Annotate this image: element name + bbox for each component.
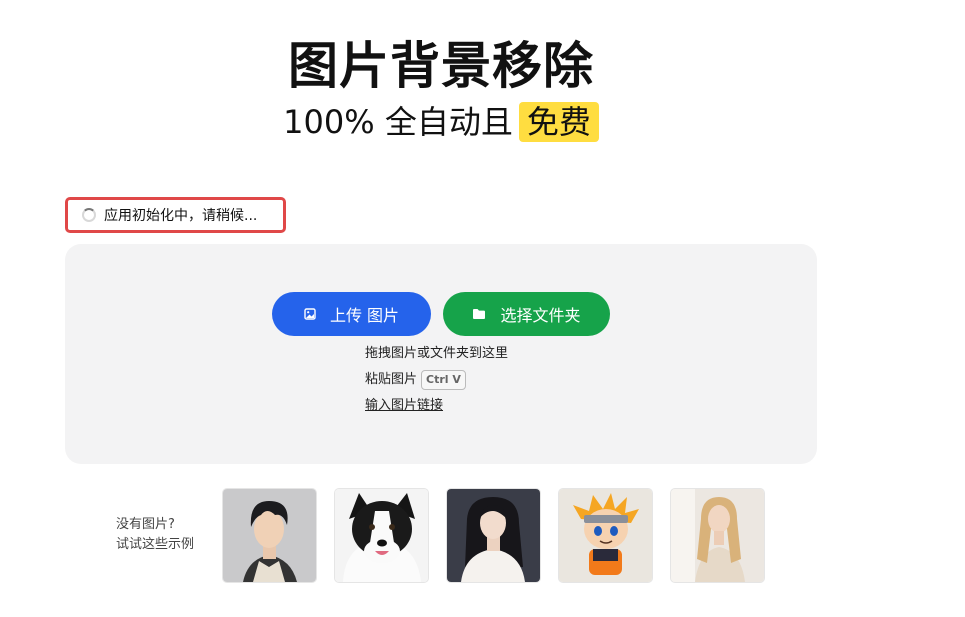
blonde-woman-image [671,489,764,582]
status-box: 应用初始化中，请稍候... [65,197,286,233]
example-thumb-naruto-figure[interactable] [559,489,652,582]
anime-man-image [223,489,316,582]
upload-dropzone[interactable]: 上传 图片 选择文件夹 拖拽图片或文件夹到这里 粘贴图片 Ctrl V 输入图片… [65,244,817,464]
examples-line1: 没有图片? [116,517,175,532]
example-thumb-border-collie-dog[interactable] [335,489,428,582]
image-icon [304,308,316,320]
folder-button-label: 选择文件夹 [500,306,581,325]
select-folder-button[interactable]: 选择文件夹 [443,292,610,336]
woman-image [447,489,540,582]
paste-hint: 粘贴图片 Ctrl V [365,370,466,390]
example-thumb-young-woman[interactable] [447,489,540,582]
example-thumb-anime-man[interactable] [223,489,316,582]
image-url-link[interactable]: 输入图片链接 [365,396,443,416]
figure-image [559,489,652,582]
paste-hint-label: 粘贴图片 [365,372,418,387]
dog-image [335,489,428,582]
paste-shortcut-key: Ctrl V [421,370,466,390]
folder-icon [473,309,486,319]
upload-button-label: 上传 图片 [329,306,400,325]
examples-line2: 试试这些示例 [116,537,195,552]
page-subtitle: 100% 全自动且 免费 [0,100,882,144]
examples-label: 没有图片? 试试这些示例 [116,515,194,555]
loading-spinner-icon [82,208,96,222]
status-text: 应用初始化中，请稍候... [104,208,258,224]
subtitle-text: 100% 全自动且 [283,103,513,141]
example-thumb-blonde-woman[interactable] [671,489,764,582]
upload-image-button[interactable]: 上传 图片 [272,292,431,336]
drag-hint: 拖拽图片或文件夹到这里 [365,346,509,361]
page-title: 图片背景移除 [288,37,594,95]
subtitle-highlight: 免费 [518,102,599,142]
